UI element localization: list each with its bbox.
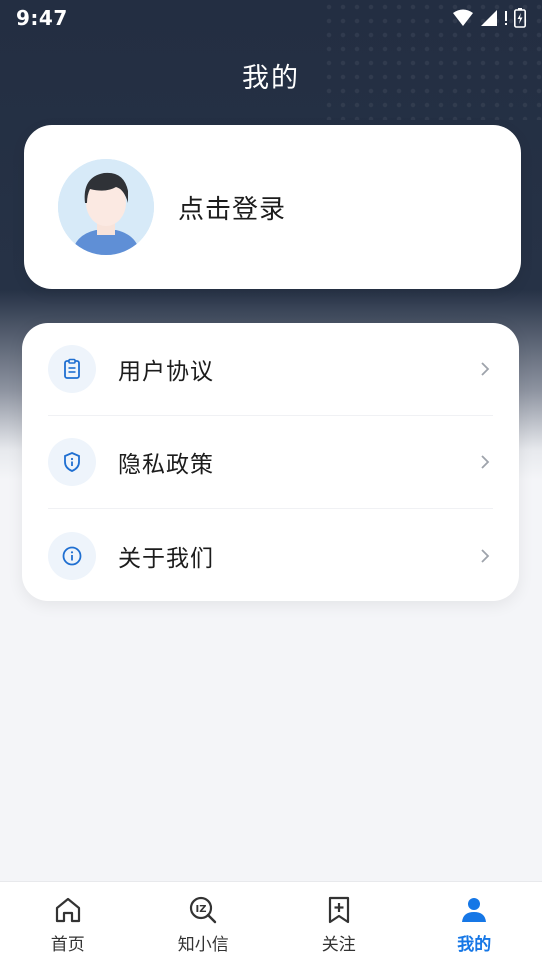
default-avatar-icon <box>58 159 154 255</box>
clipboard-icon <box>48 345 96 393</box>
status-time: 9:47 <box>16 6 68 30</box>
status-icons <box>452 8 526 28</box>
tab-label: 关注 <box>321 935 356 955</box>
login-prompt[interactable]: 点击登录 <box>178 189 286 226</box>
home-icon <box>55 897 80 923</box>
wifi-icon <box>453 9 473 26</box>
menu-item-label: 隐私政策 <box>118 452 214 478</box>
tab-label: 知小信 <box>177 935 229 955</box>
chevron-right-icon <box>481 548 490 563</box>
menu-card: 用户协议 隐私政策 关于我们 <box>22 323 519 601</box>
bookmark-plus-icon <box>328 896 349 924</box>
info-circle-icon <box>48 531 96 580</box>
chevron-right-icon <box>481 455 490 469</box>
page-title: 我的 <box>242 63 300 94</box>
menu-item-about-us[interactable]: 关于我们 <box>48 509 493 602</box>
bottom-tab-bar: 首页 IZ 知小信 关注 我的 <box>0 881 542 965</box>
profile-card[interactable]: 点击登录 <box>24 125 521 289</box>
shield-info-icon <box>48 438 96 486</box>
tab-label: 我的 <box>457 935 492 955</box>
chevron-right-icon <box>481 362 490 376</box>
svg-text:IZ: IZ <box>196 904 207 915</box>
battery-charging-icon <box>514 8 526 28</box>
status-bar: 9:47 <box>0 0 542 36</box>
alert-icon <box>505 11 507 25</box>
avatar[interactable] <box>58 159 154 255</box>
menu-item-user-agreement[interactable]: 用户协议 <box>48 323 493 416</box>
menu-item-label: 用户协议 <box>118 359 214 385</box>
tab-zhixiaoxin[interactable]: IZ 知小信 <box>136 882 272 965</box>
tab-mine[interactable]: 我的 <box>407 882 542 965</box>
search-chat-icon: IZ <box>190 896 217 924</box>
person-icon <box>462 898 487 922</box>
tab-follow[interactable]: 关注 <box>271 882 407 965</box>
menu-item-privacy-policy[interactable]: 隐私政策 <box>48 416 493 509</box>
tab-label: 首页 <box>50 935 85 955</box>
menu-item-label: 关于我们 <box>118 545 214 572</box>
tab-home[interactable]: 首页 <box>0 882 136 965</box>
signal-icon <box>481 10 497 26</box>
